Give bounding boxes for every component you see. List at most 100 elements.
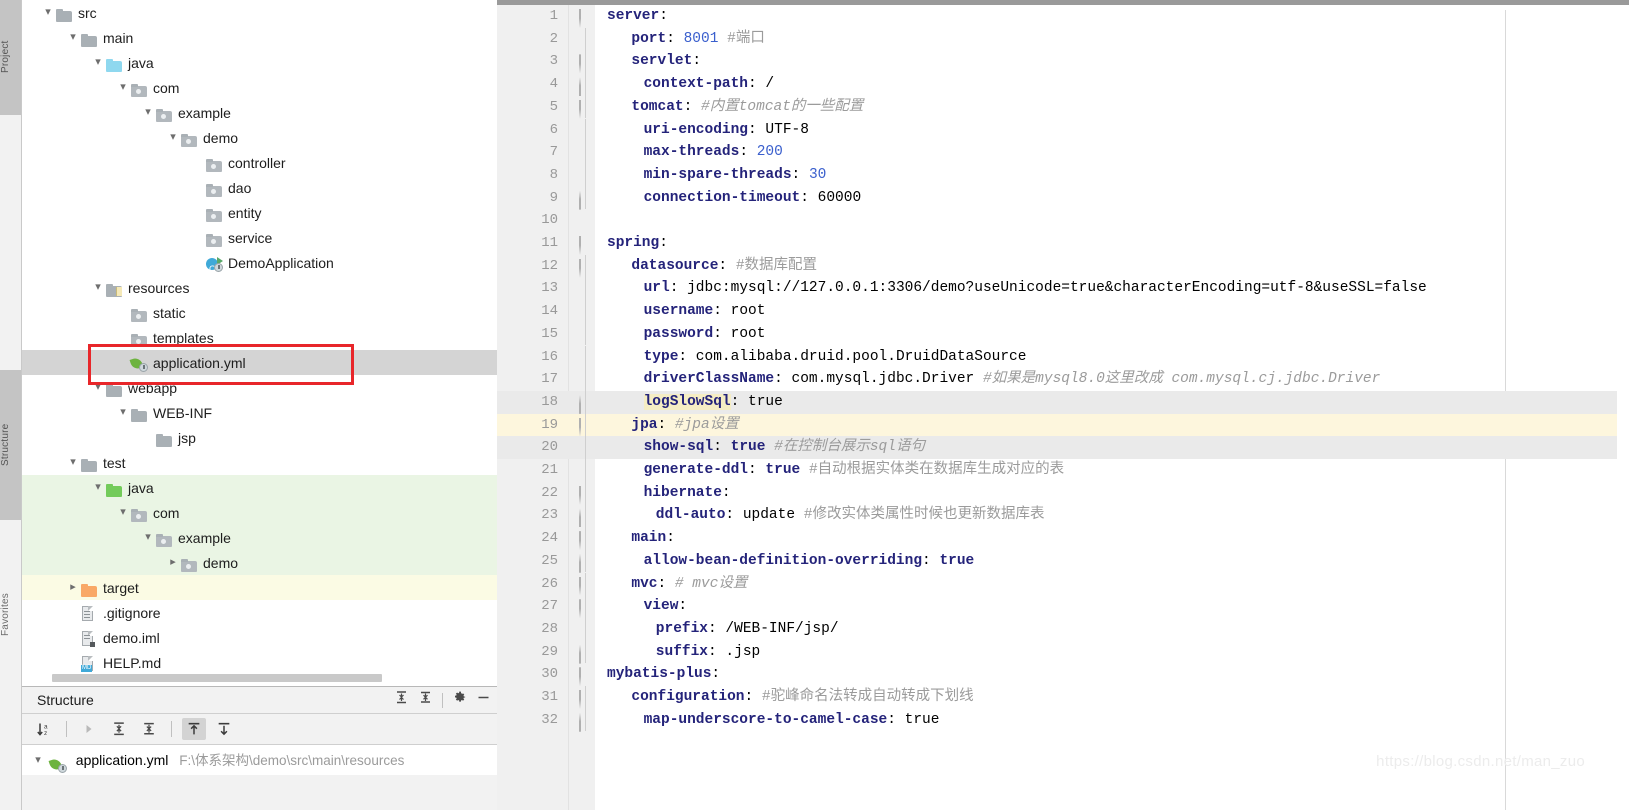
code-line[interactable] [595, 209, 1629, 232]
sort-alphabetically-icon[interactable]: a z [32, 718, 56, 740]
show-members-icon[interactable] [77, 718, 101, 740]
chevron-down-icon[interactable]: ▾ [165, 125, 181, 150]
structure-root-item[interactable]: ▾ application.yml F:\体系架构\demo\src\main\… [22, 745, 497, 775]
tree-item-controller[interactable]: controller [22, 150, 497, 175]
tree-item-java[interactable]: ▾ java [22, 475, 497, 500]
expand-all-icon[interactable] [394, 687, 409, 714]
code-line[interactable]: driverClassName: com.mysql.jdbc.Driver #… [595, 368, 1629, 391]
code-line[interactable]: mybatis-plus: [595, 663, 1629, 686]
strip-label-project[interactable]: Project [0, 2, 21, 112]
tree-item-static[interactable]: static [22, 300, 497, 325]
tree-item-webapp[interactable]: ▾ webapp [22, 375, 497, 400]
chevron-down-icon[interactable]: ▾ [90, 375, 106, 400]
tree-item-com[interactable]: ▾ com [22, 75, 497, 100]
code-line[interactable]: min-spare-threads: 30 [595, 164, 1629, 187]
tree-item-application-yml[interactable]: application.yml [22, 350, 497, 375]
chevron-down-icon[interactable]: ▾ [115, 75, 131, 100]
strip-label-favorites[interactable]: Favorites [0, 560, 21, 670]
code-line[interactable]: servlet: [595, 50, 1629, 73]
code-line[interactable]: view: [595, 595, 1629, 618]
tree-item-demoapplication[interactable]: DemoApplication [22, 250, 497, 282]
code-line[interactable]: port: 8001 #端口 [595, 28, 1629, 51]
fold-down-icon[interactable] [579, 667, 592, 687]
code-line[interactable]: tomcat: #内置tomcat的一些配置 [595, 96, 1629, 119]
tree-item-test[interactable]: ▾ test [22, 450, 497, 475]
chevron-down-icon[interactable]: ▾ [140, 525, 156, 550]
code-line[interactable]: hibernate: [595, 482, 1629, 505]
code-editor[interactable]: 1 2 3 4 5 6 7 8 9 10 11 12 13 14 15 16 17 18 19 20 21 22 23 24 2… [497, 0, 1629, 810]
code-line[interactable]: max-threads: 200 [595, 141, 1629, 164]
tree-item-target[interactable]: ▸ target [22, 575, 497, 600]
project-tree-hscrollbar[interactable] [22, 672, 497, 684]
code-line[interactable]: configuration: #驼峰命名法转成自动转成下划线 [595, 686, 1629, 709]
editor-code-area[interactable]: server: port: 8001 #端口 servlet: context-pat… [595, 5, 1629, 810]
tree-item-demo[interactable]: ▸ demo [22, 550, 497, 575]
chevron-down-icon[interactable]: ▾ [40, 0, 56, 25]
tree-item-java[interactable]: ▾ java [22, 50, 497, 75]
tree-item-demo-iml[interactable]: demo.iml [22, 625, 497, 650]
tree-item-templates[interactable]: templates [22, 325, 497, 350]
chevron-down-icon[interactable]: ▾ [30, 745, 46, 775]
tree-item-web-inf[interactable]: ▾ WEB-INF [22, 400, 497, 425]
code-line[interactable]: show-sql: true #在控制台展示sql语句 [595, 436, 1629, 459]
tree-item-example[interactable]: ▾ example [22, 100, 497, 125]
chevron-down-icon[interactable]: ▾ [140, 100, 156, 125]
tree-item-resources[interactable]: ▾ resources [22, 275, 497, 300]
editor-gutter[interactable]: 1 2 3 4 5 6 7 8 9 10 11 12 13 14 15 16 17 18 19 20 21 22 23 24 2… [497, 5, 569, 810]
tree-item-com[interactable]: ▾ com [22, 500, 497, 525]
fold-down-icon[interactable] [579, 236, 592, 255]
code-line[interactable]: spring: [595, 232, 1629, 255]
tree-item--gitignore[interactable]: .gitignore [22, 600, 497, 625]
scrollbar-thumb[interactable] [52, 674, 382, 682]
chevron-down-icon[interactable]: ▾ [90, 275, 106, 300]
editor-fold-column[interactable] [569, 5, 595, 810]
project-tree[interactable]: ▾ src ▾ main ▾ java ▾ com ▾ example ▾ demo controll… [22, 0, 497, 686]
code-line[interactable]: uri-encoding: UTF-8 [595, 119, 1629, 142]
code-line[interactable]: password: root [595, 323, 1629, 346]
fold-down-icon[interactable] [579, 9, 592, 28]
gear-icon[interactable] [452, 687, 467, 714]
autoscroll-from-source-icon[interactable] [212, 718, 236, 740]
collapse-all-icon[interactable] [418, 687, 433, 714]
code-line[interactable]: logSlowSql: true [595, 391, 1629, 414]
tree-item-jsp[interactable]: jsp [22, 425, 497, 450]
chevron-down-icon[interactable]: ▾ [115, 500, 131, 525]
tree-item-example[interactable]: ▾ example [22, 525, 497, 550]
code-line[interactable]: datasource: #数据库配置 [595, 255, 1629, 278]
code-line[interactable]: ddl-auto: update #修改实体类属性时候也更新数据库表 [595, 504, 1629, 527]
code-line[interactable]: allow-bean-definition-overriding: true [595, 550, 1629, 573]
code-line[interactable]: connection-timeout: 60000 [595, 187, 1629, 210]
code-line[interactable]: map-underscore-to-camel-case: true [595, 709, 1629, 732]
tree-item-dao[interactable]: dao [22, 175, 497, 200]
code-line[interactable]: mvc: # mvc设置 [595, 573, 1629, 596]
code-line[interactable]: main: [595, 527, 1629, 550]
code-line[interactable]: jpa: #jpa设置 [595, 414, 1629, 437]
tree-item-demo[interactable]: ▾ demo [22, 125, 497, 150]
collapse-all-icon[interactable] [137, 718, 161, 740]
tree-item-service[interactable]: service [22, 225, 497, 250]
code-line[interactable]: prefix: /WEB-INF/jsp/ [595, 618, 1629, 641]
chevron-down-icon[interactable]: ▾ [65, 450, 81, 475]
code-line[interactable]: url: jdbc:mysql://127.0.0.1:3306/demo?us… [595, 277, 1629, 300]
editor-marker-strip[interactable] [1617, 5, 1629, 810]
tree-item-main[interactable]: ▾ main [22, 25, 497, 50]
tree-item-entity[interactable]: entity [22, 200, 497, 225]
autoscroll-to-source-icon[interactable] [182, 718, 206, 740]
minimize-icon[interactable] [476, 687, 491, 714]
code-line[interactable]: type: com.alibaba.druid.pool.DruidDataSo… [595, 346, 1629, 369]
code-line[interactable]: suffix: .jsp [595, 641, 1629, 664]
chevron-down-icon[interactable]: ▾ [65, 25, 81, 50]
strip-label-structure[interactable]: Structure [0, 372, 21, 518]
chevron-down-icon[interactable]: ▾ [90, 475, 106, 500]
code-line[interactable]: username: root [595, 300, 1629, 323]
expand-all-icon[interactable] [107, 718, 131, 740]
chevron-right-icon[interactable]: ▸ [65, 575, 81, 600]
code-line[interactable]: server: [595, 5, 1629, 28]
chevron-down-icon[interactable]: ▾ [90, 50, 106, 75]
code-line[interactable]: context-path: / [595, 73, 1629, 96]
package-icon [206, 230, 224, 247]
code-line[interactable]: generate-ddl: true #自动根据实体类在数据库生成对应的表 [595, 459, 1629, 482]
chevron-down-icon[interactable]: ▾ [115, 400, 131, 425]
chevron-right-icon[interactable]: ▸ [165, 550, 181, 575]
tree-item-src[interactable]: ▾ src [22, 0, 497, 25]
